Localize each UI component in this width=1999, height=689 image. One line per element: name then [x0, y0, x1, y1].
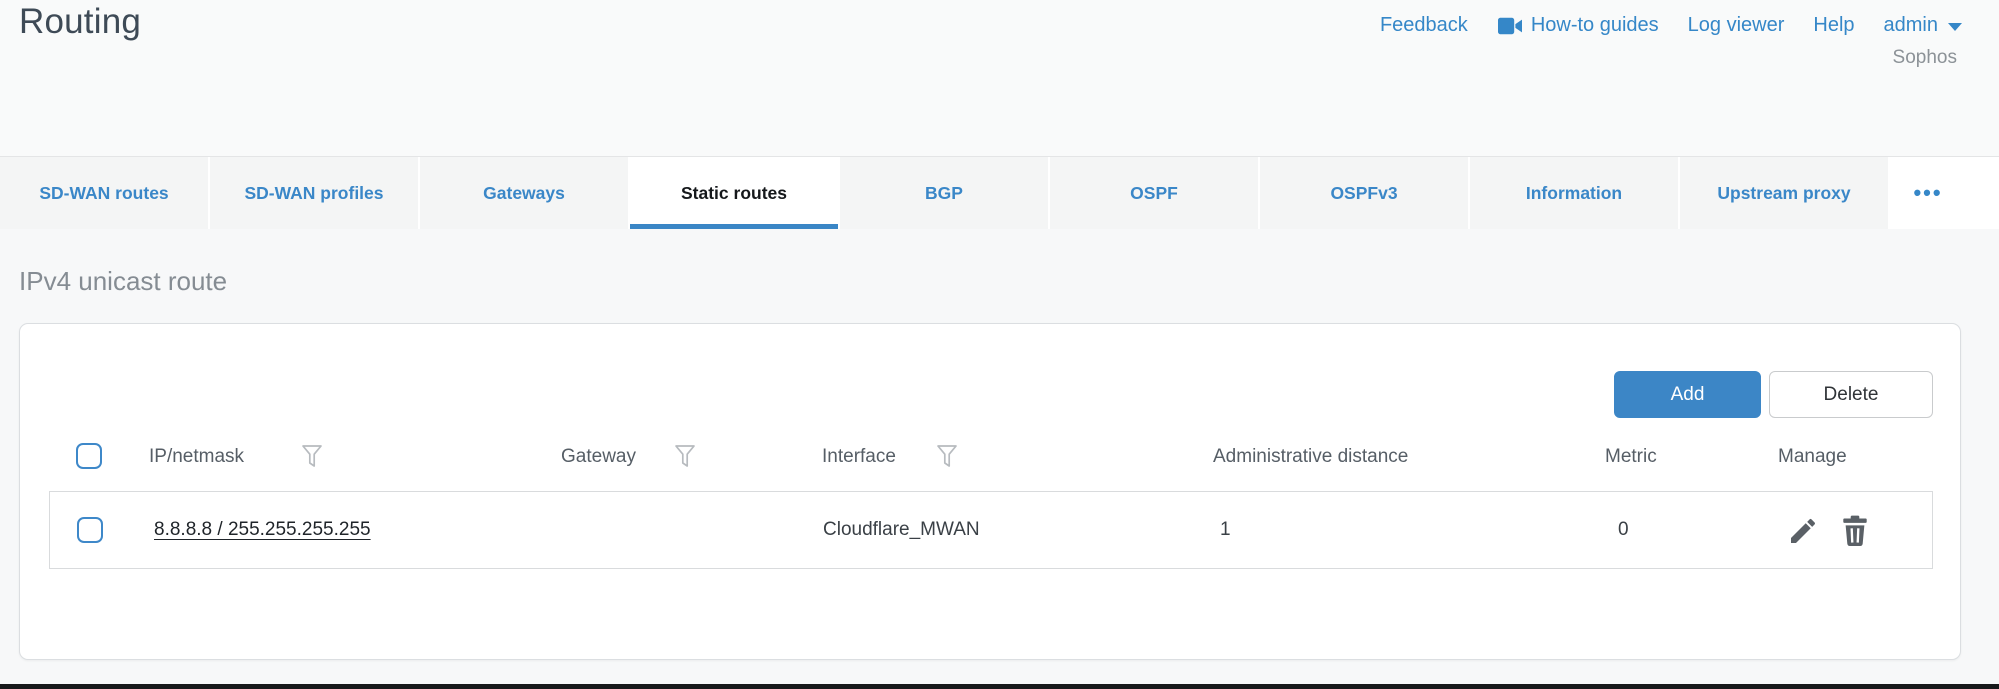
- content-area: IPv4 unicast route Add Delete IP/netmask…: [0, 229, 1999, 684]
- filter-icon[interactable]: [935, 443, 959, 471]
- help-link[interactable]: Help: [1813, 14, 1854, 37]
- brand-label: Sophos: [1893, 47, 1957, 69]
- column-manage: Manage: [1778, 446, 1847, 468]
- tab-static-routes[interactable]: Static routes: [630, 157, 838, 229]
- caret-down-icon: [1948, 23, 1962, 31]
- tab-ospf[interactable]: OSPF: [1050, 157, 1258, 229]
- tab-sd-wan-routes[interactable]: SD-WAN routes: [0, 157, 208, 229]
- section-title: IPv4 unicast route: [19, 266, 227, 297]
- column-administrative-distance: Administrative distance: [1213, 446, 1408, 468]
- route-metric-value: 0: [1618, 519, 1629, 541]
- more-tabs-button[interactable]: •••: [1890, 157, 1966, 229]
- static-routes-panel: Add Delete IP/netmask Gateway Interface …: [19, 323, 1961, 660]
- edit-pencil-icon[interactable]: [1787, 515, 1819, 547]
- delete-button[interactable]: Delete: [1769, 371, 1933, 418]
- filter-icon[interactable]: [300, 443, 324, 471]
- route-interface-value: Cloudflare_MWAN: [823, 519, 980, 541]
- table-row: 8.8.8.8 / 255.255.255.255 Cloudflare_MWA…: [49, 491, 1933, 569]
- table-header: IP/netmask Gateway Interface Administrat…: [20, 442, 1960, 474]
- delete-trash-icon[interactable]: [1839, 515, 1871, 547]
- more-dots-icon: •••: [1913, 188, 1942, 198]
- window-bottom-edge: [0, 684, 1999, 689]
- admin-menu[interactable]: admin: [1884, 14, 1962, 37]
- tab-sd-wan-profiles[interactable]: SD-WAN profiles: [210, 157, 418, 229]
- route-ip-netmask-link[interactable]: 8.8.8.8 / 255.255.255.255: [154, 519, 371, 541]
- video-camera-icon: [1497, 16, 1523, 36]
- route-admin-distance-value: 1: [1220, 519, 1231, 541]
- tab-upstream-proxy[interactable]: Upstream proxy: [1680, 157, 1888, 229]
- feedback-link[interactable]: Feedback: [1380, 14, 1468, 37]
- routing-page: Routing Feedback How-to guides Log viewe…: [0, 0, 1999, 689]
- row-checkbox[interactable]: [77, 517, 103, 543]
- log-viewer-link[interactable]: Log viewer: [1688, 14, 1785, 37]
- howto-guides-link[interactable]: How-to guides: [1497, 14, 1659, 37]
- tab-bgp[interactable]: BGP: [840, 157, 1048, 229]
- tab-bar: SD-WAN routes SD-WAN profiles Gateways S…: [0, 156, 1999, 229]
- column-metric: Metric: [1605, 446, 1657, 468]
- column-interface: Interface: [822, 446, 896, 468]
- tab-information[interactable]: Information: [1470, 157, 1678, 229]
- top-header: Routing Feedback How-to guides Log viewe…: [0, 0, 1999, 156]
- tab-ospfv3[interactable]: OSPFv3: [1260, 157, 1468, 229]
- select-all-checkbox[interactable]: [76, 443, 102, 469]
- column-gateway: Gateway: [561, 446, 636, 468]
- filter-icon[interactable]: [673, 443, 697, 471]
- tab-gateways[interactable]: Gateways: [420, 157, 628, 229]
- column-ip-netmask: IP/netmask: [149, 446, 244, 468]
- page-title: Routing: [19, 2, 141, 42]
- utility-nav: Feedback How-to guides Log viewer Help a…: [1380, 14, 1962, 37]
- add-button[interactable]: Add: [1614, 371, 1761, 418]
